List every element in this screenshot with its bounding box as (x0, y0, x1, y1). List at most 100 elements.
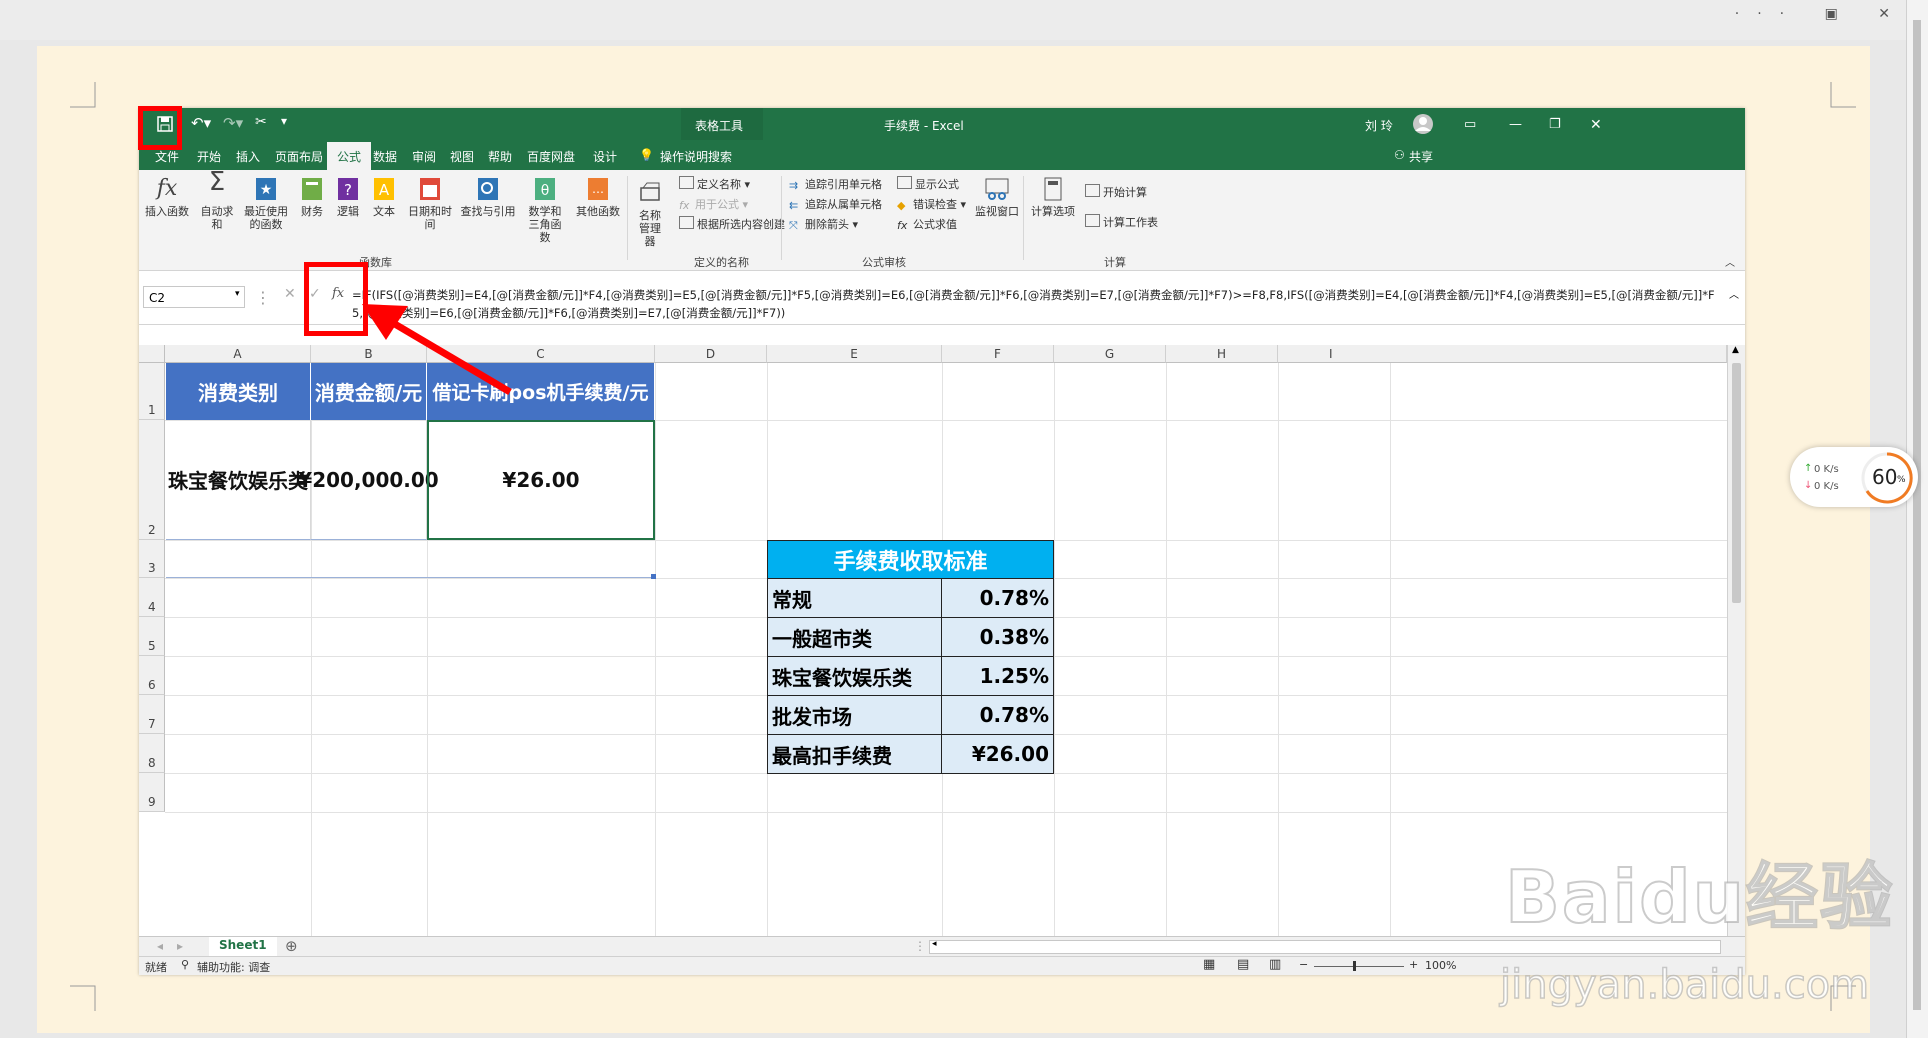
name-manager-button[interactable]: 名称管理器 (631, 180, 669, 248)
column-header[interactable]: H (1166, 345, 1278, 363)
table-cell-fee-selected[interactable]: ¥26.00 (427, 420, 655, 540)
page-layout-view-icon[interactable]: ▤ (1237, 957, 1249, 972)
evaluate-formula-button[interactable]: fx 公式求值 (897, 216, 957, 232)
table-empty-row[interactable] (166, 540, 655, 578)
normal-view-icon[interactable]: ▦ (1203, 957, 1215, 972)
calculate-now-button[interactable]: 开始计算 (1085, 184, 1147, 200)
window-controls[interactable]: ··· ▣ ✕ (1735, 6, 1908, 22)
close-icon[interactable]: ✕ (1590, 117, 1602, 133)
fee-value[interactable]: ¥26.00 (942, 735, 1054, 774)
redo-icon[interactable]: ↷▾ (223, 114, 243, 132)
restore-icon[interactable]: ❐ (1549, 117, 1561, 132)
row-header[interactable]: 4 (139, 578, 165, 617)
tab-page-layout[interactable]: 页面布局 (275, 148, 323, 165)
more-functions-button[interactable]: … 其他函数 (573, 176, 623, 218)
scroll-left-icon[interactable]: ◂ (932, 939, 937, 949)
page-break-view-icon[interactable]: ▥ (1269, 957, 1281, 972)
logical-button[interactable]: ? 逻辑 (333, 176, 363, 218)
table-cell-category[interactable]: 珠宝餐饮娱乐类 (166, 420, 311, 540)
zoom-level[interactable]: 100% (1425, 959, 1456, 972)
use-in-formula-button[interactable]: fx 用于公式 ▾ (679, 196, 748, 212)
tab-home[interactable]: 开始 (197, 148, 221, 165)
tab-view[interactable]: 视图 (450, 148, 474, 165)
outer-scrollbar[interactable] (1906, 0, 1928, 1038)
datetime-button[interactable]: 日期和时间 (403, 176, 457, 231)
undo-icon[interactable]: ↶▾ (191, 114, 211, 132)
fee-name[interactable]: 一般超市类 (767, 618, 942, 657)
row-header[interactable]: 9 (139, 773, 165, 812)
next-sheet-icon[interactable]: ▸ (177, 939, 183, 953)
row-header[interactable]: 6 (139, 656, 165, 695)
zoom-out-icon[interactable]: − (1299, 958, 1308, 971)
cut-icon[interactable]: ✂ (255, 114, 267, 130)
table-header-category[interactable]: 消费类别 (166, 363, 311, 420)
tab-data[interactable]: 数据 (373, 148, 397, 165)
tab-file[interactable]: 文件 (155, 148, 179, 165)
fee-value[interactable]: 1.25% (942, 657, 1054, 696)
column-header[interactable]: I (1278, 345, 1727, 363)
collapse-ribbon-icon[interactable]: ︿ (1725, 254, 1735, 269)
network-speed-widget[interactable]: ↑ 0 K/s ↓ 0 K/s 60 % (1790, 447, 1918, 507)
tab-review[interactable]: 审阅 (412, 148, 436, 165)
row-header[interactable]: 7 (139, 695, 165, 734)
watch-window-button[interactable]: 监视窗口 (973, 176, 1021, 218)
select-all-corner[interactable] (139, 345, 165, 363)
fee-name[interactable]: 最高扣手续费 (767, 735, 942, 774)
fee-standard-title[interactable]: 手续费收取标准 (767, 540, 1054, 579)
customize-qat-icon[interactable]: ▾ (281, 114, 287, 128)
minimize-icon[interactable]: — (1509, 117, 1522, 132)
fee-value[interactable]: 0.38% (942, 618, 1054, 657)
ribbon-display-icon[interactable]: ▭ (1464, 117, 1476, 132)
show-formulas-button[interactable]: 显示公式 (897, 176, 959, 192)
row-header[interactable]: 2 (139, 420, 165, 540)
column-header[interactable]: F (942, 345, 1054, 363)
cancel-icon[interactable]: ✕ (284, 286, 296, 302)
trace-precedents-button[interactable]: ⇉ 追踪引用单元格 (789, 176, 882, 192)
accessibility-status[interactable]: 辅助功能: 调查 (197, 959, 270, 975)
share-button[interactable]: 共享 (1409, 148, 1433, 165)
tab-insert[interactable]: 插入 (236, 148, 260, 165)
tell-me-search[interactable]: 操作说明搜索 (660, 148, 732, 165)
formula-input[interactable]: =IF(IFS([@消费类别]=E4,[@[消费金额/元]]*F4,[@消费类别… (352, 286, 1722, 322)
row-header[interactable]: 5 (139, 617, 165, 656)
remove-arrows-button[interactable]: ⤧ 删除箭头 ▾ (789, 216, 858, 232)
column-header[interactable]: A (165, 345, 311, 363)
math-trig-button[interactable]: θ 数学和三角函数 (519, 176, 571, 244)
namebox-dropdown-icon[interactable]: ▾ (235, 289, 240, 299)
avatar[interactable] (1412, 113, 1434, 135)
recently-used-button[interactable]: ★ 最近使用的函数 (239, 176, 293, 231)
tab-help[interactable]: 帮助 (488, 148, 512, 165)
zoom-slider-thumb[interactable] (1353, 961, 1356, 971)
column-header[interactable]: G (1054, 345, 1166, 363)
scrollbar-thumb[interactable] (1732, 363, 1741, 603)
insert-function-button[interactable]: fx 插入函数 (145, 176, 189, 218)
financial-button[interactable]: 财务 (297, 176, 327, 218)
autosum-button[interactable]: Σ 自动求和 (197, 169, 237, 231)
row-header[interactable]: 1 (139, 363, 165, 420)
fee-value[interactable]: 0.78% (942, 696, 1054, 735)
table-cell-amount[interactable]: ¥200,000.00 (298, 420, 439, 540)
column-header[interactable]: E (767, 345, 942, 363)
error-checking-button[interactable]: ◆ 错误检查 ▾ (897, 196, 966, 212)
fee-value[interactable]: 0.78% (942, 579, 1054, 618)
trace-dependents-button[interactable]: ⇇ 追踪从属单元格 (789, 196, 882, 212)
tab-design[interactable]: 设计 (593, 148, 617, 165)
define-name-button[interactable]: 定义名称 ▾ (679, 176, 750, 192)
split-handle[interactable]: ⋮ (914, 939, 926, 953)
text-button[interactable]: A 文本 (369, 176, 399, 218)
column-header[interactable]: D (655, 345, 767, 363)
formula-collapse-icon[interactable]: ︿ (1729, 286, 1739, 301)
tab-baidu-netdisk[interactable]: 百度网盘 (527, 148, 575, 165)
table-resize-handle[interactable] (651, 574, 656, 579)
scroll-up-icon[interactable]: ▲ (1732, 345, 1739, 355)
calculate-sheet-button[interactable]: 计算工作表 (1085, 214, 1158, 230)
fee-name[interactable]: 珠宝餐饮娱乐类 (767, 657, 942, 696)
name-box[interactable]: C2 (143, 286, 245, 308)
calculation-options-button[interactable]: 计算选项 (1027, 176, 1079, 218)
row-header[interactable]: 8 (139, 734, 165, 773)
zoom-in-icon[interactable]: + (1409, 958, 1418, 971)
zoom-slider[interactable] (1314, 966, 1404, 967)
create-from-selection-button[interactable]: 根据所选内容创建 (679, 216, 785, 232)
tab-formulas[interactable]: 公式 (327, 142, 372, 170)
add-sheet-icon[interactable]: ⊕ (285, 937, 298, 955)
